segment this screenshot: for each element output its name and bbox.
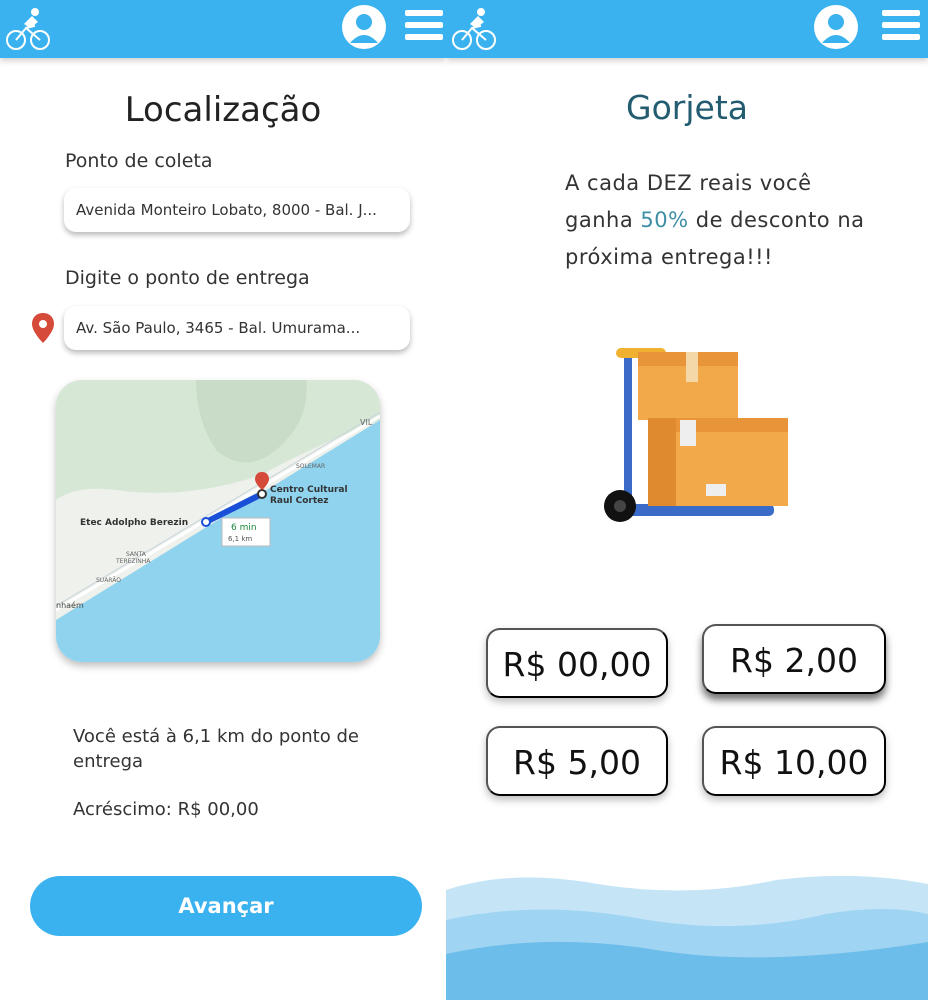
- user-avatar-icon[interactable]: [342, 5, 386, 49]
- route-map[interactable]: 6 min 6,1 km Etec Adolpho Berezin Centro…: [56, 380, 380, 662]
- promo-highlight: 50%: [640, 208, 689, 232]
- distance-text: Você está à 6,1 km do ponto de entrega: [73, 726, 359, 772]
- map-duration: 6 min: [231, 523, 257, 533]
- delivery-label: Digite o ponto de entrega: [65, 267, 310, 289]
- map-area-label: SOLEMAR: [296, 463, 325, 470]
- next-button[interactable]: Avançar: [30, 876, 422, 936]
- tip-option-2[interactable]: R$ 2,00: [702, 624, 886, 694]
- wave-decoration: [446, 875, 928, 1000]
- user-avatar-icon[interactable]: [814, 5, 858, 49]
- tip-option-0[interactable]: R$ 00,00: [486, 628, 668, 698]
- surcharge-text: Acréscimo: R$ 00,00: [73, 799, 259, 820]
- page-title: Localização: [124, 90, 322, 130]
- promo-text: A cada DEZ reais você ganha 50% de desco…: [565, 165, 885, 276]
- map-area-label: TEREZINHA: [115, 558, 151, 565]
- location-screen: Localização Ponto de coleta Avenida Mont…: [0, 0, 446, 1000]
- cyclist-icon[interactable]: [450, 4, 498, 54]
- map-area-label: SANTA: [126, 551, 147, 558]
- map-area-label: VIL: [360, 418, 373, 427]
- tip-screen: Gorjeta A cada DEZ reais você ganha 50% …: [446, 0, 928, 1000]
- cyclist-icon[interactable]: [4, 4, 52, 54]
- tip-option-5[interactable]: R$ 5,00: [486, 726, 668, 796]
- map-destination-label-1: Centro Cultural: [270, 485, 348, 495]
- map-distance: 6,1 km: [228, 535, 252, 543]
- map-destination-label-2: Raul Cortez: [270, 496, 329, 506]
- map-area-label: SUARÃO: [96, 577, 121, 584]
- hamburger-menu-icon[interactable]: [882, 10, 920, 44]
- pickup-field[interactable]: Avenida Monteiro Lobato, 8000 - Bal. J..…: [64, 188, 410, 232]
- tip-option-10[interactable]: R$ 10,00: [702, 726, 886, 796]
- hand-truck-boxes-illustration: [604, 348, 788, 522]
- pickup-label: Ponto de coleta: [65, 150, 213, 172]
- location-pin-icon: [32, 313, 54, 343]
- page-title: Gorjeta: [626, 88, 748, 127]
- top-bar: [446, 0, 928, 58]
- map-origin-label: Etec Adolpho Berezin: [80, 518, 188, 528]
- map-area-label: nhaém: [56, 600, 84, 610]
- hamburger-menu-icon[interactable]: [405, 10, 443, 44]
- top-bar: [0, 0, 446, 58]
- delivery-field[interactable]: Av. São Paulo, 3465 - Bal. Umurama...: [64, 306, 410, 350]
